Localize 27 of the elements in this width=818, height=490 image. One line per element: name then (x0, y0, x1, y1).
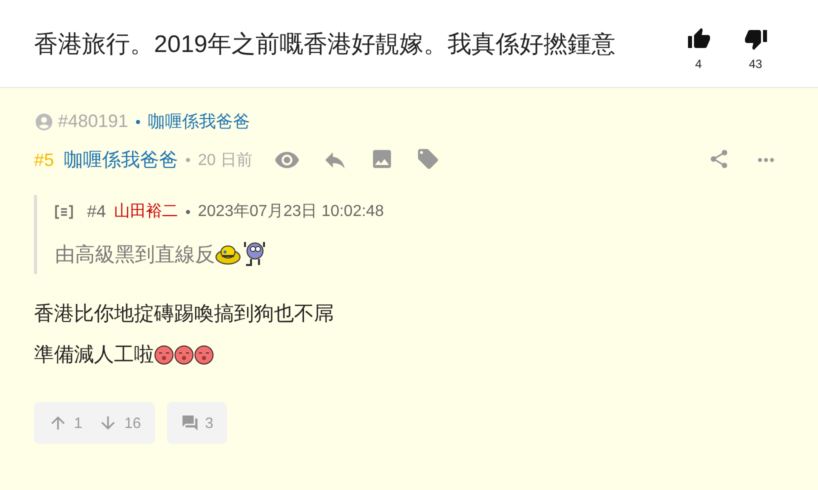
quote-text: 由高級黑到直線反 (55, 242, 215, 268)
post-time: 20 日前 (198, 150, 252, 170)
blushing-face-icon (154, 344, 174, 364)
post-text: 準備減人工啦 (34, 343, 154, 368)
sweating-face-icon (215, 243, 241, 265)
quote-time: 2023年07月23日 10:02:48 (198, 202, 384, 222)
author-link[interactable]: 咖喱係我爸爸 (148, 110, 250, 133)
like-count: 4 (695, 56, 702, 70)
thread-title: 香港旅行。2019年之前嘅香港好靚嫁。我真係好撚鍾意 (34, 30, 616, 60)
quote-author[interactable]: 山田裕二 (114, 201, 178, 222)
downvote-count: 16 (124, 414, 142, 432)
blushing-face-icon (174, 344, 194, 364)
user-id: #480191 (58, 111, 128, 132)
reply-count: 3 (205, 414, 214, 432)
quote-icon (55, 204, 73, 218)
upvote-count: 1 (74, 414, 82, 432)
author-link[interactable]: 咖喱係我爸爸 (64, 147, 178, 173)
dislike-count: 43 (748, 56, 762, 70)
dancing-ball-icon (241, 240, 267, 268)
thumbs-up-icon[interactable] (686, 26, 710, 50)
post-number: #5 (34, 150, 54, 170)
blushing-face-icon (194, 344, 214, 364)
reply-count-button[interactable]: 3 (167, 402, 228, 444)
comments-icon (181, 414, 200, 432)
user-icon (34, 112, 54, 132)
post-text: 香港比你地掟磚踢喚搞到狗也不屌 (34, 302, 334, 327)
quote-post-number: #4 (87, 202, 106, 222)
